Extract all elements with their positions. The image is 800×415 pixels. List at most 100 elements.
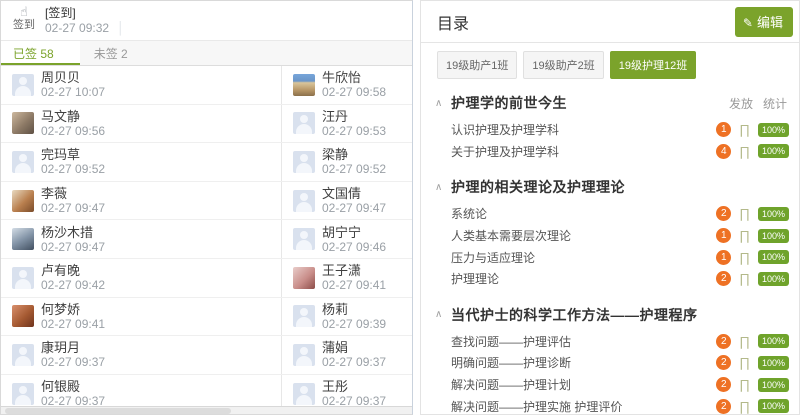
edit-button[interactable]: ✎编辑 [735,7,793,37]
signin-icon-block: ☝ 签到 [9,5,39,40]
publish-count-badge[interactable]: 1 [716,228,731,243]
bar-chart-icon[interactable]: ∏ [739,251,750,264]
avatar [12,267,34,289]
toc-item: 护理理论 2 ∏ 100% [435,268,791,290]
student-name: 王子潇 [322,263,386,278]
tab-class-1[interactable]: 19级助产1班 [437,51,517,79]
signin-timestamp: 02-27 09:42 [41,278,105,292]
toc-item: 明确问题——护理诊断 2 ∏ 100% [435,352,791,374]
toc-item-title[interactable]: 查找问题——护理评估 [451,333,716,350]
percent-badge[interactable]: 100% [758,207,789,221]
percent-badge[interactable]: 100% [758,229,789,243]
student-name: 汪丹 [322,109,386,124]
student-cell[interactable]: 胡宁宁02-27 09:46 [282,220,412,258]
percent-badge[interactable]: 100% [758,123,789,137]
student-cell[interactable]: 王子潇02-27 09:41 [282,259,412,297]
student-name: 胡宁宁 [322,225,386,240]
avatar [12,305,34,327]
student-name: 何银殿 [41,379,105,394]
toc-item-title[interactable]: 明确问题——护理诊断 [451,354,716,371]
publish-count-badge[interactable]: 2 [716,334,731,349]
toc-item: 查找问题——护理评估 2 ∏ 100% [435,331,791,353]
bar-chart-icon[interactable]: ∏ [739,272,750,285]
signin-timestamp: 02-27 09:37 [322,355,386,369]
publish-count-badge[interactable]: 4 [716,144,731,159]
avatar [293,190,315,212]
chevron-up-icon[interactable]: ∧ [435,182,451,193]
chevron-up-icon[interactable]: ∧ [435,309,451,320]
bar-chart-icon[interactable]: ∏ [739,335,750,348]
publish-count-badge[interactable]: 2 [716,271,731,286]
publish-count-badge[interactable]: 2 [716,355,731,370]
percent-badge[interactable]: 100% [758,378,789,392]
toc-item-title[interactable]: 人类基本需要层次理论 [451,227,716,244]
tab-class-2[interactable]: 19级助产2班 [523,51,603,79]
student-name: 杨沙木措 [41,225,105,240]
bar-chart-icon[interactable]: ∏ [739,356,750,369]
toc-item-title[interactable]: 压力与适应理论 [451,249,716,266]
toc-item-title[interactable]: 系统论 [451,205,716,222]
bar-chart-icon[interactable]: ∏ [739,207,750,220]
signin-timestamp: 02-27 09:39 [322,317,386,331]
student-cell[interactable]: 杨沙木措02-27 09:47 [1,220,282,258]
toc-item-title[interactable]: 认识护理及护理学科 [451,121,716,138]
signin-timestamp: 02-27 09:46 [322,240,386,254]
percent-badge[interactable]: 100% [758,356,789,370]
percent-badge[interactable]: 100% [758,399,789,413]
bar-chart-icon[interactable]: ∏ [739,145,750,158]
signin-timestamp: 02-27 09:41 [41,317,105,331]
tab-class-3[interactable]: 19级护理12班 [610,51,696,79]
percent-badge[interactable]: 100% [758,144,789,158]
bar-chart-icon[interactable]: ∏ [739,123,750,136]
horizontal-scrollbar[interactable] [1,406,412,414]
toc-item-title[interactable]: 护理理论 [451,270,716,287]
publish-count-badge[interactable]: 2 [716,399,731,414]
avatar [12,151,34,173]
publish-count-badge[interactable]: 2 [716,377,731,392]
avatar [293,383,315,405]
tab-signed[interactable]: 已签 58 [1,41,80,65]
student-cell[interactable]: 卢有晚02-27 09:42 [1,259,282,297]
toc-item: 解决问题——护理计划 2 ∏ 100% [435,374,791,396]
student-name: 何梦娇 [41,302,105,317]
signin-tabs: 已签 58 未签 2 [1,41,412,66]
publish-count-badge[interactable]: 2 [716,206,731,221]
table-row: 康玥月02-27 09:37 蒲娟02-27 09:37 [1,336,412,375]
bar-chart-icon[interactable]: ∏ [739,229,750,242]
student-cell[interactable]: 李薇02-27 09:47 [1,182,282,220]
tab-unsigned[interactable]: 未签 2 [80,41,142,65]
student-cell[interactable]: 牛欣怡02-27 09:58 [282,66,412,104]
toc-item-title[interactable]: 解决问题——护理实施 护理评价 [451,398,716,415]
percent-badge[interactable]: 100% [758,250,789,264]
scrollbar-thumb[interactable] [5,408,231,414]
toc-section: ∧ 护理的相关理论及护理理论 系统论 2 ∏ 100% 人类基本需要层次理论 1… [435,175,791,289]
avatar [293,305,315,327]
student-cell[interactable]: 何梦娇02-27 09:41 [1,298,282,336]
student-cell[interactable]: 马文静02-27 09:56 [1,105,282,143]
pencil-icon: ✎ [743,16,753,30]
student-cell[interactable]: 完玛草02-27 09:52 [1,143,282,181]
student-cell[interactable]: 汪丹02-27 09:53 [282,105,412,143]
bar-chart-icon[interactable]: ∏ [739,378,750,391]
student-cell[interactable]: 梁静02-27 09:52 [282,143,412,181]
table-row: 杨沙木措02-27 09:47 胡宁宁02-27 09:46 [1,220,412,259]
publish-count-badge[interactable]: 1 [716,250,731,265]
publish-count-badge[interactable]: 1 [716,122,731,137]
bar-chart-icon[interactable]: ∏ [739,400,750,413]
student-cell[interactable]: 蒲娟02-27 09:37 [282,336,412,374]
table-row: 马文静02-27 09:56 汪丹02-27 09:53 [1,105,412,144]
section-title: 护理学的前世今生 [451,93,729,113]
student-cell[interactable]: 杨莉02-27 09:39 [282,298,412,336]
chevron-up-icon[interactable]: ∧ [435,98,451,109]
percent-badge[interactable]: 100% [758,272,789,286]
student-cell[interactable]: 周贝贝02-27 10:07 [1,66,282,104]
toc-item-title[interactable]: 关于护理及护理学科 [451,143,716,160]
avatar [12,383,34,405]
signin-title: [签到] [45,6,125,21]
percent-badge[interactable]: 100% [758,334,789,348]
toc-item-title[interactable]: 解决问题——护理计划 [451,376,716,393]
column-headers: 发放统计 [729,95,791,112]
student-name: 梁静 [322,147,386,162]
student-cell[interactable]: 康玥月02-27 09:37 [1,336,282,374]
student-cell[interactable]: 文国倩02-27 09:47 [282,182,412,220]
